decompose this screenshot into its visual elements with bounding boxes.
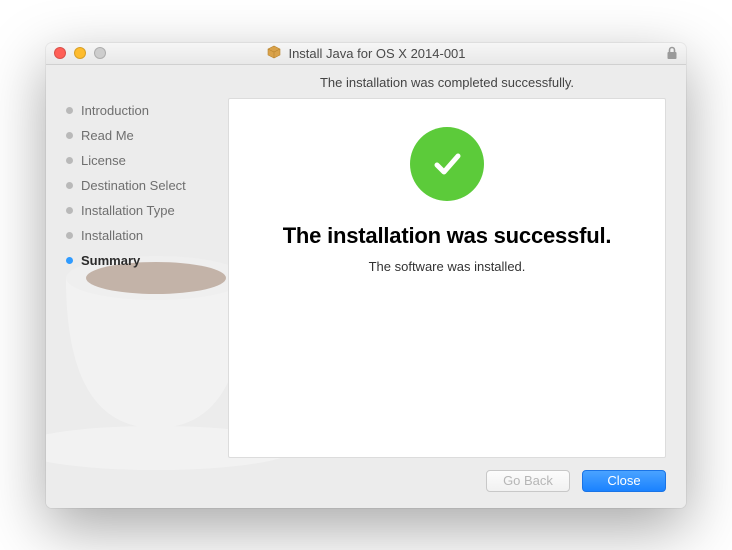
step-label: Destination Select xyxy=(81,178,186,193)
lock-icon xyxy=(666,46,678,60)
title-area: Install Java for OS X 2014-001 xyxy=(46,44,686,63)
close-button[interactable]: Close xyxy=(582,470,666,492)
installer-window: Install Java for OS X 2014-001 Introduct… xyxy=(46,43,686,508)
success-checkmark-icon xyxy=(410,127,484,201)
result-subline: The software was installed. xyxy=(369,259,526,274)
footer: Go Back Close xyxy=(46,458,686,508)
step-license: License xyxy=(66,153,216,168)
result-panel: The installation was successful. The sof… xyxy=(228,98,666,458)
step-introduction: Introduction xyxy=(66,103,216,118)
step-dot-icon xyxy=(66,107,73,114)
window-title: Install Java for OS X 2014-001 xyxy=(288,46,465,61)
step-summary: Summary xyxy=(66,253,216,268)
step-dot-icon xyxy=(66,132,73,139)
step-read-me: Read Me xyxy=(66,128,216,143)
main-column: The installation was completed successfu… xyxy=(228,75,666,458)
step-dot-icon xyxy=(66,257,73,264)
close-window-button[interactable] xyxy=(54,47,66,59)
titlebar: Install Java for OS X 2014-001 xyxy=(46,43,686,65)
step-dot-icon xyxy=(66,157,73,164)
step-label: Installation Type xyxy=(81,203,175,218)
step-label: Introduction xyxy=(81,103,149,118)
package-icon xyxy=(266,44,282,63)
step-dot-icon xyxy=(66,182,73,189)
minimize-window-button[interactable] xyxy=(74,47,86,59)
step-label: Read Me xyxy=(81,128,134,143)
step-label: License xyxy=(81,153,126,168)
steps-sidebar: Introduction Read Me License Destination… xyxy=(66,75,216,458)
step-dot-icon xyxy=(66,207,73,214)
content-row: Introduction Read Me License Destination… xyxy=(46,65,686,458)
step-installation-type: Installation Type xyxy=(66,203,216,218)
step-label: Summary xyxy=(81,253,140,268)
panel-subtitle: The installation was completed successfu… xyxy=(228,75,666,90)
window-controls xyxy=(54,47,106,59)
step-destination-select: Destination Select xyxy=(66,178,216,193)
step-dot-icon xyxy=(66,232,73,239)
result-headline: The installation was successful. xyxy=(283,223,612,249)
step-installation: Installation xyxy=(66,228,216,243)
maximize-window-button xyxy=(94,47,106,59)
go-back-button: Go Back xyxy=(486,470,570,492)
body: Introduction Read Me License Destination… xyxy=(46,65,686,508)
step-label: Installation xyxy=(81,228,143,243)
